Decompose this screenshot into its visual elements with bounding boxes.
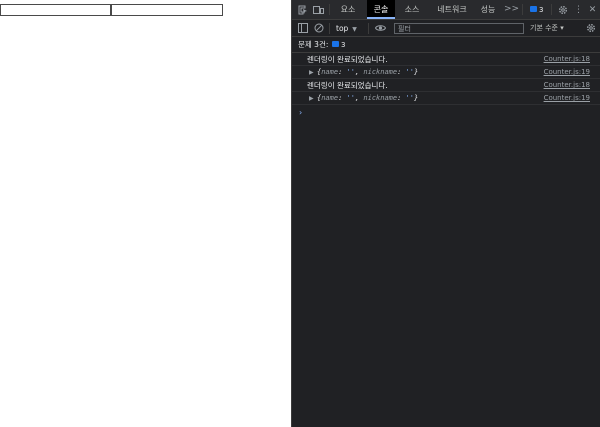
console-prompt-row[interactable]: › xyxy=(292,105,600,121)
nickname-input[interactable] xyxy=(111,4,223,16)
tab-network[interactable]: 네트워크 xyxy=(432,0,472,19)
console-message: ▶ {name: '', nickname: ''} Counter.js:19 xyxy=(292,92,600,105)
object-nickname-value: '' xyxy=(405,94,414,102)
source-link[interactable]: Counter.js:18 xyxy=(544,54,590,65)
console-message: 렌더링이 완료되었습니다. Counter.js:18 xyxy=(292,53,600,66)
devtools-tabbar: 요소 콘솔 소스 네트워크 성능 >> 3 ⋮ ✕ xyxy=(292,0,600,20)
issue-flag-icon xyxy=(332,41,339,47)
object-name-value: '' xyxy=(346,68,355,76)
issues-chip[interactable]: 3 xyxy=(528,5,545,15)
tab-performance[interactable]: 성능 xyxy=(478,0,498,19)
tab-elements[interactable]: 요소 xyxy=(336,0,360,19)
toolbar-separator xyxy=(329,23,330,34)
console-message-text: 렌더링이 완료되었습니다. xyxy=(307,81,388,90)
source-link[interactable]: Counter.js:19 xyxy=(544,93,590,104)
object-name-value: '' xyxy=(346,94,355,102)
more-tabs-button[interactable]: >> xyxy=(504,0,519,19)
page-viewport xyxy=(0,0,292,427)
issues-bar[interactable]: 문제 3건: 3 xyxy=(292,37,600,53)
issues-chip-count: 3 xyxy=(539,6,544,14)
eye-icon[interactable] xyxy=(374,23,387,33)
object-nickname-value: '' xyxy=(405,68,414,76)
tab-console[interactable]: 콘솔 xyxy=(367,0,395,19)
console-prompt-icon: › xyxy=(299,108,303,117)
console-object-preview[interactable]: {name: '', nickname: ''} xyxy=(317,93,418,104)
chevron-down-icon: ▼ xyxy=(352,26,357,33)
settings-gear-icon[interactable] xyxy=(557,5,568,15)
clear-console-icon[interactable] xyxy=(313,23,324,33)
expand-triangle-icon[interactable]: ▶ xyxy=(309,93,314,104)
expand-triangle-icon[interactable]: ▶ xyxy=(309,67,314,78)
tabbar-separator xyxy=(551,4,552,15)
name-input[interactable] xyxy=(0,4,111,16)
console-toolbar: top▼ 기본 수준 ▾ xyxy=(292,20,600,37)
context-selector[interactable]: top ▼ xyxy=(336,23,357,34)
kebab-menu-icon[interactable]: ⋮ xyxy=(573,5,584,15)
issues-label: 문제 3건: xyxy=(298,40,329,49)
issues-count-badge[interactable]: 3 xyxy=(332,40,345,50)
inspect-element-icon[interactable] xyxy=(297,5,308,15)
issue-flag-icon xyxy=(530,6,537,12)
console-filter-input[interactable] xyxy=(394,23,524,34)
console-messages: 렌더링이 완료되었습니다. Counter.js:18 ▶ {name: '',… xyxy=(292,53,600,121)
context-label: top xyxy=(336,24,349,33)
device-toolbar-icon[interactable] xyxy=(313,5,324,15)
console-message: 렌더링이 완료되었습니다. Counter.js:18 xyxy=(292,79,600,92)
console-object-preview[interactable]: {name: '', nickname: ''} xyxy=(317,67,418,78)
log-levels-dropdown[interactable]: 기본 수준 ▾ xyxy=(530,23,564,34)
tabbar-separator xyxy=(522,4,523,15)
issues-count: 3 xyxy=(341,41,346,49)
console-message: ▶ {name: '', nickname: ''} Counter.js:19 xyxy=(292,66,600,79)
sidebar-toggle-icon[interactable] xyxy=(297,23,308,33)
console-settings-icon[interactable] xyxy=(586,23,596,33)
toolbar-separator xyxy=(368,23,369,34)
console-message-text: 렌더링이 완료되었습니다. xyxy=(307,55,388,64)
tab-sources[interactable]: 소스 xyxy=(400,0,424,19)
devtools-panel: 요소 콘솔 소스 네트워크 성능 >> 3 ⋮ ✕ top▼ 기본 수준 ▾ xyxy=(292,0,600,427)
close-icon[interactable]: ✕ xyxy=(587,5,598,15)
source-link[interactable]: Counter.js:18 xyxy=(544,80,590,91)
tabbar-separator xyxy=(329,4,330,15)
source-link[interactable]: Counter.js:19 xyxy=(544,67,590,78)
